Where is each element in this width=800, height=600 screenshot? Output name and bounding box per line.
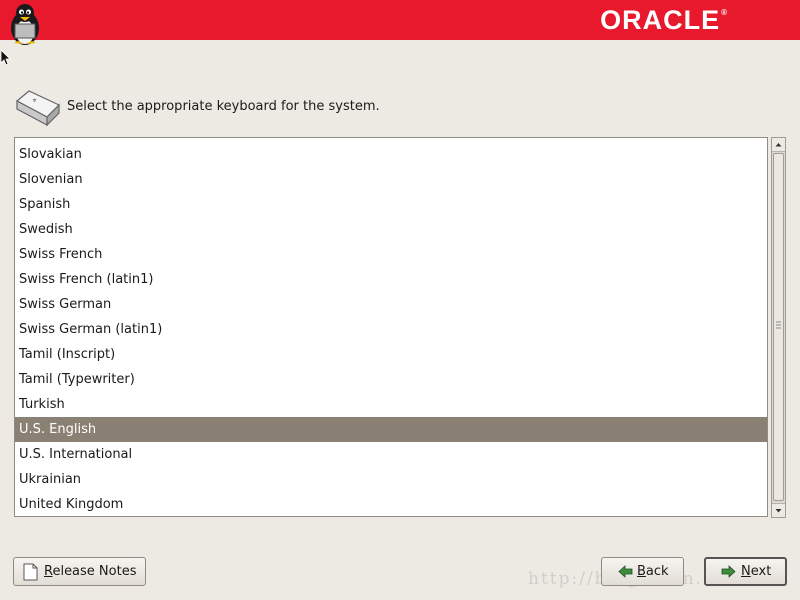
next-label: Next	[741, 564, 772, 579]
scroll-thumb[interactable]	[773, 153, 784, 501]
keyboard-list-item[interactable]: Swedish	[15, 217, 767, 242]
keyboard-list-item[interactable]: Swiss German (latin1)	[15, 317, 767, 342]
keyboard-list-item[interactable]: Ukrainian	[15, 467, 767, 492]
keyboard-list-item[interactable]: U.S. English	[15, 417, 767, 442]
back-button[interactable]: Back	[601, 557, 684, 586]
keyboard-list-item[interactable]: Tamil (Typewriter)	[15, 367, 767, 392]
keyboard-list-item[interactable]: Swiss French	[15, 242, 767, 267]
next-button[interactable]: Next	[704, 557, 787, 586]
keyboard-list-item[interactable]: Slovakian	[15, 142, 767, 167]
page-prompt: Select the appropriate keyboard for the …	[67, 99, 380, 114]
document-icon	[23, 563, 38, 581]
oracle-logo: ORACLE®	[600, 5, 728, 35]
keyboard-list-item[interactable]: Swiss French (latin1)	[15, 267, 767, 292]
keyboard-list-item[interactable]: United Kingdom	[15, 492, 767, 516]
keyboard-list-item[interactable]: Tamil (Inscript)	[15, 342, 767, 367]
list-scrollbar[interactable]	[771, 137, 786, 518]
arrow-right-icon	[721, 565, 736, 578]
grip-icon	[776, 321, 781, 329]
release-notes-button[interactable]: Release Notes	[13, 557, 146, 586]
release-notes-label: Release Notes	[44, 564, 137, 579]
header-bar: ORACLE®	[0, 0, 800, 45]
keyboard-list-item[interactable]: Swiss German	[15, 292, 767, 317]
keyboard-key-icon	[15, 90, 61, 127]
keyboard-list-item[interactable]: Slovenian	[15, 167, 767, 192]
arrow-left-icon	[618, 565, 633, 578]
keyboard-list-item[interactable]: Spanish	[15, 192, 767, 217]
keyboard-list[interactable]: Slovakian Slovenian Spanish Swedish Swiss Fr…	[14, 137, 768, 517]
scroll-up-arrow-icon[interactable]	[772, 138, 785, 152]
back-label: Back	[637, 564, 669, 579]
scroll-down-arrow-icon[interactable]	[772, 503, 785, 517]
keyboard-list-item[interactable]: U.S. International	[15, 442, 767, 467]
tux-penguin-icon	[11, 4, 39, 45]
keyboard-list-item[interactable]: Turkish	[15, 392, 767, 417]
mouse-pointer-icon	[1, 50, 11, 66]
